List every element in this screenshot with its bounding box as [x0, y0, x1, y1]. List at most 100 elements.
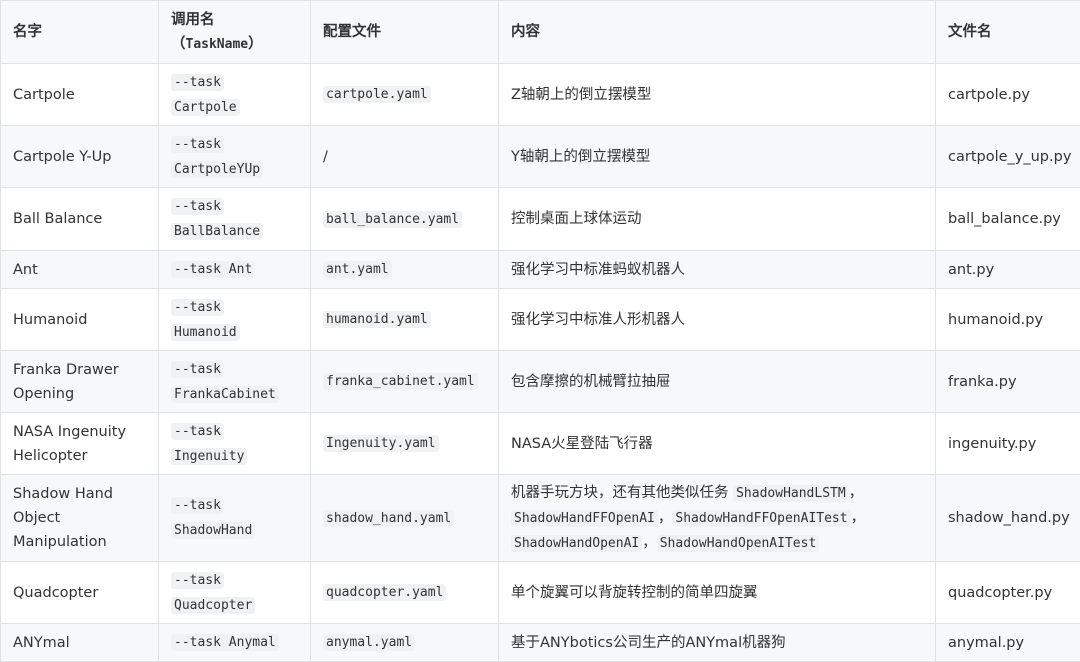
header-call-line2: （TaskName） — [171, 32, 298, 57]
cell-config: ant.yaml — [310, 250, 499, 289]
cell-name: Quadcopter — [0, 561, 159, 624]
task-full: --task Ant — [171, 261, 256, 278]
cell-content: 基于ANYbotics公司生产的ANYmal机器狗 — [498, 623, 936, 662]
cell-config: humanoid.yaml — [310, 288, 499, 351]
name-line: Opening — [13, 385, 75, 402]
task-name: FrankaCabinet — [171, 385, 279, 403]
task-prefix: --task — [171, 497, 224, 514]
header-call-code: TaskName — [185, 36, 249, 52]
task-prefix: --task — [171, 571, 224, 589]
cell-name: Ant — [0, 250, 159, 289]
content-sep: ， — [642, 534, 657, 551]
cell-task: --task Humanoid — [158, 288, 311, 351]
task-name: Humanoid — [171, 323, 240, 341]
cell-task: --task Ingenuity — [158, 412, 311, 475]
cell-config: franka_cabinet.yaml — [310, 350, 499, 413]
cell-name: NASA Ingenuity Helicopter — [0, 412, 159, 475]
content-code: ShadowHandOpenAI — [511, 534, 643, 552]
table-row: Cartpole --task Cartpole cartpole.yaml Z… — [0, 63, 1080, 126]
config-file: ant.yaml — [323, 261, 392, 278]
cell-task: --task Ant — [158, 250, 311, 289]
config-file: ball_balance.yaml — [323, 210, 463, 228]
cell-filename: ingenuity.py — [935, 412, 1080, 475]
table-row: Humanoid --task Humanoid humanoid.yaml 强… — [0, 288, 1080, 351]
task-name: Cartpole — [171, 98, 240, 116]
cell-filename: anymal.py — [935, 623, 1080, 662]
config-file: quadcopter.yaml — [323, 584, 447, 601]
content-text: 机器手玩方块，还有其他类似任务 — [511, 484, 734, 501]
config-file: shadow_hand.yaml — [323, 509, 455, 527]
table-row: Cartpole Y-Up --task CartpoleYUp / Y轴朝上的… — [0, 125, 1080, 188]
task-name: Ingenuity — [171, 447, 248, 465]
cell-content: 强化学习中标准蚂蚁机器人 — [498, 250, 936, 289]
cell-filename: quadcopter.py — [935, 561, 1080, 624]
task-prefix: --task — [171, 198, 224, 215]
header-call-open: （ — [171, 35, 186, 52]
cell-content: Y轴朝上的倒立摆模型 — [498, 125, 936, 188]
config-file: franka_cabinet.yaml — [323, 373, 478, 390]
name-line: Shadow Hand — [13, 486, 114, 502]
table-row: Shadow Hand Object Manipulation --task S… — [0, 474, 1080, 562]
cell-name: Cartpole Y-Up — [0, 125, 159, 188]
name-line: Object — [13, 510, 61, 526]
cell-task: --task Cartpole — [158, 63, 311, 126]
task-table: 名字 调用名 （TaskName） 配置文件 内容 文件名 Cartpole -… — [0, 0, 1080, 662]
name-line: Helicopter — [13, 447, 88, 464]
cell-content: 单个旋翼可以背旋转控制的简单四旋翼 — [498, 561, 936, 624]
table-header: 名字 调用名 （TaskName） 配置文件 内容 文件名 — [0, 0, 1080, 64]
cell-content: 包含摩擦的机械臂拉抽屉 — [498, 350, 936, 413]
task-prefix: --task — [171, 422, 224, 440]
cell-config: anymal.yaml — [310, 623, 499, 662]
header-call-close: ） — [248, 35, 263, 52]
table-body: Cartpole --task Cartpole cartpole.yaml Z… — [0, 63, 1080, 662]
cell-task: --task Anymal — [158, 623, 311, 662]
cell-content: Z轴朝上的倒立摆模型 — [498, 63, 936, 126]
cell-content: 强化学习中标准人形机器人 — [498, 288, 936, 351]
cell-config: quadcopter.yaml — [310, 561, 499, 624]
cell-name: Franka Drawer Opening — [0, 350, 159, 413]
header-content: 内容 — [498, 0, 936, 64]
name-line: Manipulation — [13, 534, 107, 550]
cell-config: Ingenuity.yaml — [310, 412, 499, 475]
table-row: Ball Balance --task BallBalance ball_bal… — [0, 187, 1080, 251]
header-filename: 文件名 — [935, 0, 1080, 64]
content-code: ShadowHandOpenAITest — [656, 534, 820, 552]
content-code: ShadowHandFFOpenAI — [511, 509, 658, 527]
cell-config: / — [310, 125, 499, 188]
task-name: Quadcopter — [171, 596, 256, 614]
cell-name: Shadow Hand Object Manipulation — [0, 474, 159, 562]
cell-filename: cartpole_y_up.py — [935, 125, 1080, 188]
content-sep: ， — [657, 509, 673, 526]
task-name: BallBalance — [171, 223, 264, 240]
table-row: Ant --task Ant ant.yaml 强化学习中标准蚂蚁机器人 ant… — [0, 250, 1080, 289]
content-sep: ， — [850, 509, 866, 526]
cell-name: ANYmal — [0, 623, 159, 662]
header-config: 配置文件 — [310, 0, 499, 64]
table-row: Quadcopter --task Quadcopter quadcopter.… — [0, 561, 1080, 624]
cell-filename: humanoid.py — [935, 288, 1080, 351]
cell-content: NASA火星登陆飞行器 — [498, 412, 936, 475]
content-code: ShadowHandLSTM — [733, 484, 849, 502]
header-name: 名字 — [0, 0, 159, 64]
table-row: ANYmal --task Anymal anymal.yaml 基于ANYbo… — [0, 623, 1080, 662]
header-call-line1: 调用名 — [171, 11, 215, 28]
cell-content: 机器手玩方块，还有其他类似任务 ShadowHandLSTM， ShadowHa… — [498, 474, 936, 562]
task-name: ShadowHand — [171, 522, 256, 539]
cell-content: 控制桌面上球体运动 — [498, 187, 936, 251]
cell-filename: ant.py — [935, 250, 1080, 289]
cell-name: Cartpole — [0, 63, 159, 126]
cell-task: --task BallBalance — [158, 187, 311, 251]
cell-config: cartpole.yaml — [310, 63, 499, 126]
cell-filename: shadow_hand.py — [935, 474, 1080, 562]
cell-task: --task ShadowHand — [158, 474, 311, 562]
task-prefix: --task — [171, 73, 224, 91]
header-call: 调用名 （TaskName） — [158, 0, 311, 64]
cell-name: Ball Balance — [0, 187, 159, 251]
task-name: CartpoleYUp — [171, 160, 264, 178]
content-code: ShadowHandFFOpenAITest — [672, 509, 851, 527]
task-prefix: --task — [171, 135, 224, 153]
cell-task: --task FrankaCabinet — [158, 350, 311, 413]
cell-config: shadow_hand.yaml — [310, 474, 499, 562]
config-file: anymal.yaml — [323, 634, 416, 651]
task-full: --task Anymal — [171, 634, 279, 651]
